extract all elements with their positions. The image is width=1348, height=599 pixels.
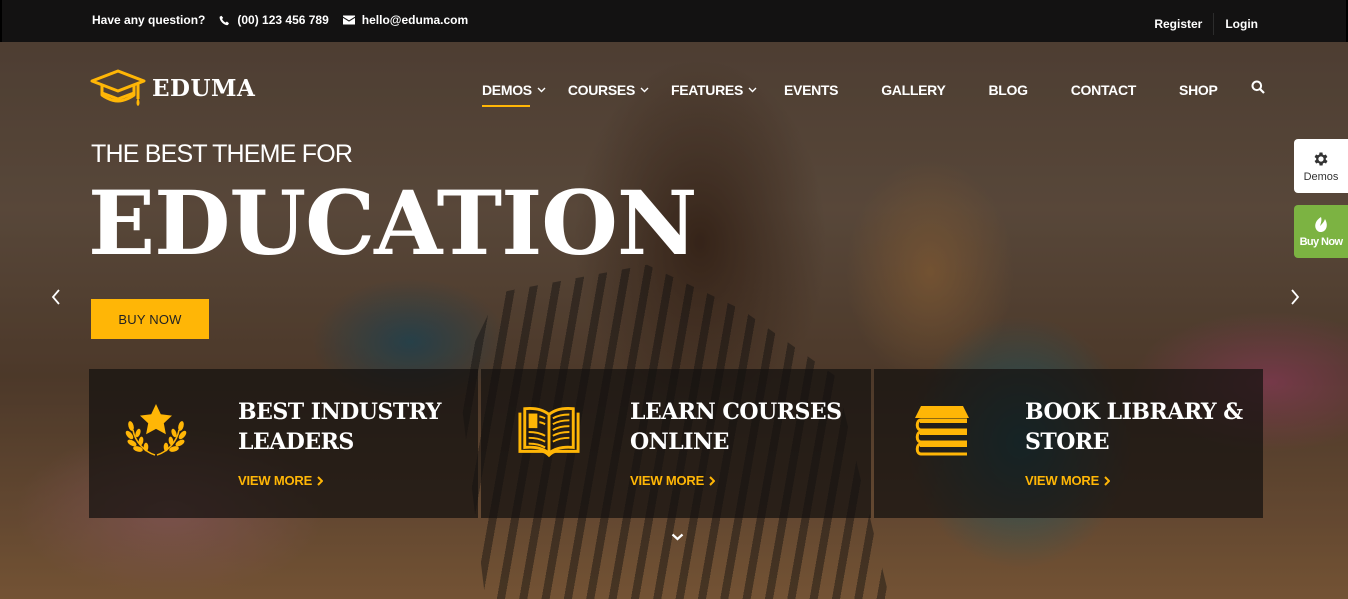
nav-label: BLOG (988, 81, 1029, 98)
phone-number: (00) 123 456 789 (237, 13, 329, 27)
feature-title-line: BOOK LIBRARY & (1025, 399, 1243, 425)
nav-features[interactable]: FEATURES (671, 82, 757, 98)
account-links: Register Login (1154, 13, 1258, 35)
nav-label: EVENTS (784, 81, 839, 98)
feature-title: BEST INDUSTRY LEADERS (238, 397, 442, 457)
logo-text: EDUMA (152, 74, 256, 102)
feature-title: BOOK LIBRARY & STORE (1025, 397, 1243, 457)
nav-demos[interactable]: DEMOS (482, 81, 546, 107)
chevron-right-icon (317, 475, 324, 486)
open-book-icon (517, 401, 581, 461)
nav-label: SHOP (1179, 81, 1218, 98)
chevron-right-icon (1104, 475, 1111, 486)
search-icon (1251, 80, 1265, 94)
logo[interactable]: EDUMA (90, 67, 255, 109)
register-link[interactable]: Register (1154, 17, 1202, 31)
view-more-label: VIEW MORE (238, 473, 313, 488)
side-buy-now-label: Buy Now (1299, 235, 1343, 248)
graduation-cap-icon (90, 69, 146, 106)
main-nav: DEMOS COURSES FEATURES EVENTS GALLERY BL… (482, 80, 1265, 107)
feature-title-line: STORE (1025, 429, 1109, 455)
email-address: hello@eduma.com (361, 13, 469, 27)
chevron-left-icon (51, 289, 60, 305)
view-more-label: VIEW MORE (1025, 473, 1100, 488)
search-button[interactable] (1251, 80, 1265, 99)
book-stack-icon (910, 401, 974, 461)
nav-courses[interactable]: COURSES (568, 82, 649, 98)
feature-box[interactable]: LEARN COURSES ONLINE VIEW MORE (481, 369, 871, 518)
view-more-link[interactable]: VIEW MORE (238, 473, 441, 488)
nav-label: GALLERY (881, 81, 946, 98)
feature-title-line: LEARN COURSES (630, 399, 842, 425)
nav-label: COURSES (567, 81, 635, 98)
side-demos-label: Demos (1303, 170, 1339, 183)
nav-gallery[interactable]: GALLERY (881, 81, 946, 98)
feature-title: LEARN COURSES ONLINE (630, 397, 842, 457)
view-more-link[interactable]: VIEW MORE (1025, 473, 1243, 488)
feature-box[interactable]: BEST INDUSTRY LEADERS VIEW MORE (89, 369, 478, 518)
view-more-link[interactable]: VIEW MORE (630, 473, 842, 488)
nav-events[interactable]: EVENTS (784, 81, 839, 98)
feature-title-line: LEADERS (238, 429, 354, 455)
chevron-down-icon (748, 87, 757, 92)
chevron-right-icon (709, 475, 716, 486)
nav-label: CONTACT (1070, 81, 1137, 98)
chevron-down-icon (671, 533, 683, 541)
slider-prev-button[interactable] (45, 282, 67, 312)
question-text: Have any question? (92, 13, 206, 27)
hero-subtitle: THE BEST THEME FOR (91, 140, 353, 168)
nav-contact[interactable]: CONTACT (1070, 81, 1137, 98)
envelope-icon (342, 15, 355, 25)
chevron-down-icon (640, 87, 649, 92)
view-more-label: VIEW MORE (630, 473, 705, 488)
phone-contact[interactable]: (00) 123 456 789 (219, 13, 329, 27)
nav-label: FEATURES (670, 81, 743, 98)
hero-slider: EDUMA DEMOS COURSES FEATURES EVENTS GALL… (0, 42, 1348, 599)
feature-title-line: BEST INDUSTRY (238, 399, 442, 425)
gear-icon (1314, 151, 1328, 166)
login-link[interactable]: Login (1225, 17, 1258, 31)
feature-title-line: ONLINE (630, 429, 729, 455)
side-demos-button[interactable]: Demos (1294, 139, 1348, 193)
feature-box[interactable]: BOOK LIBRARY & STORE VIEW MORE (874, 369, 1263, 518)
nav-blog[interactable]: BLOG (988, 81, 1029, 98)
hero-title: EDUCATION (88, 171, 697, 275)
email-contact[interactable]: hello@eduma.com (342, 13, 469, 27)
divider (1213, 13, 1215, 35)
chevron-right-icon (1291, 289, 1300, 305)
star-laurel-icon (124, 401, 188, 461)
buy-now-button[interactable]: BUY NOW (91, 299, 209, 339)
top-bar-contact: Have any question? (00) 123 456 789 hell… (92, 13, 482, 27)
feature-boxes: BEST INDUSTRY LEADERS VIEW MORE LEARN CO… (89, 369, 1263, 518)
chevron-down-icon (537, 87, 546, 92)
top-bar: Have any question? (00) 123 456 789 hell… (0, 0, 1348, 42)
nav-shop[interactable]: SHOP (1179, 81, 1218, 98)
slider-next-button[interactable] (1284, 282, 1306, 312)
phone-icon (220, 15, 230, 25)
side-buy-now-button[interactable]: Buy Now (1294, 205, 1348, 258)
nav-label: DEMOS (482, 81, 532, 98)
scroll-down-button[interactable] (666, 527, 688, 547)
leaf-icon (1315, 216, 1327, 232)
